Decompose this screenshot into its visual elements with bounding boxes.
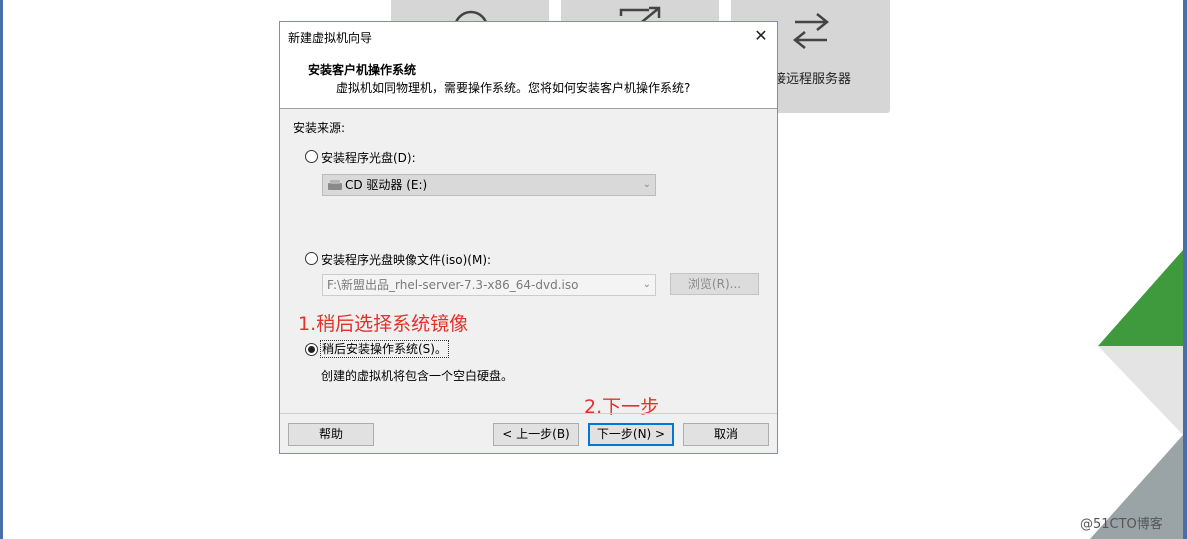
window-frame-left [0,0,3,539]
cd-drive-value: CD 驱动器 (E:) [345,178,428,192]
annotation-step2: 2.下一步 [584,396,660,418]
cancel-button[interactable]: 取消 [683,423,769,446]
new-vm-wizard-dialog: 新建虚拟机向导 ✕ 安装客户机操作系统 虚拟机如同物理机，需要操作系统。您将如何… [279,21,778,454]
window-frame-right [1183,0,1187,539]
annotation-step1: 1.稍后选择系统镜像 [298,313,469,335]
dialog-header: 新建虚拟机向导 ✕ 安装客户机操作系统 虚拟机如同物理机，需要操作系统。您将如何… [280,22,777,109]
next-button[interactable]: 下一步(N) > [588,423,674,446]
swap-arrows-icon [792,13,830,49]
chevron-down-icon: ⌄ [642,179,651,190]
chevron-down-icon: ⌄ [642,279,651,290]
iso-path-input[interactable]: F:\新盟出品_rhel-server-7.3-x86_64-dvd.iso ⌄ [322,274,656,296]
install-later-description: 创建的虚拟机将包含一个空白硬盘。 [321,369,514,383]
iso-radio[interactable] [305,252,318,265]
install-source-label: 安装来源: [293,121,346,135]
install-later-option-label[interactable]: 稍后安装操作系统(S)。 [320,340,449,358]
dialog-title: 新建虚拟机向导 [288,31,373,45]
disc-radio[interactable] [305,150,318,163]
install-later-radio[interactable] [305,343,318,356]
disc-option-label[interactable]: 安装程序光盘(D): [321,149,416,166]
cd-drive-icon [328,180,342,190]
iso-option-label[interactable]: 安装程序光盘映像文件(iso)(M): [321,251,491,268]
tile-label: 接远程服务器 [773,72,852,87]
back-button[interactable]: < 上一步(B) [493,423,579,446]
page-subheading: 虚拟机如同物理机，需要操作系统。您将如何安装客户机操作系统? [336,81,691,95]
help-button[interactable]: 帮助 [288,423,374,446]
close-icon[interactable]: ✕ [750,25,772,47]
brand-decoration [1090,250,1183,539]
cd-drive-select[interactable]: CD 驱动器 (E:) ⌄ [322,174,656,196]
iso-path-value: F:\新盟出品_rhel-server-7.3-x86_64-dvd.iso [327,278,579,292]
footer-divider [280,413,777,414]
watermark: @51CTO博客 [1080,517,1163,532]
browse-button[interactable]: 浏览(R)... [670,273,759,295]
page-heading: 安装客户机操作系统 [308,63,417,77]
